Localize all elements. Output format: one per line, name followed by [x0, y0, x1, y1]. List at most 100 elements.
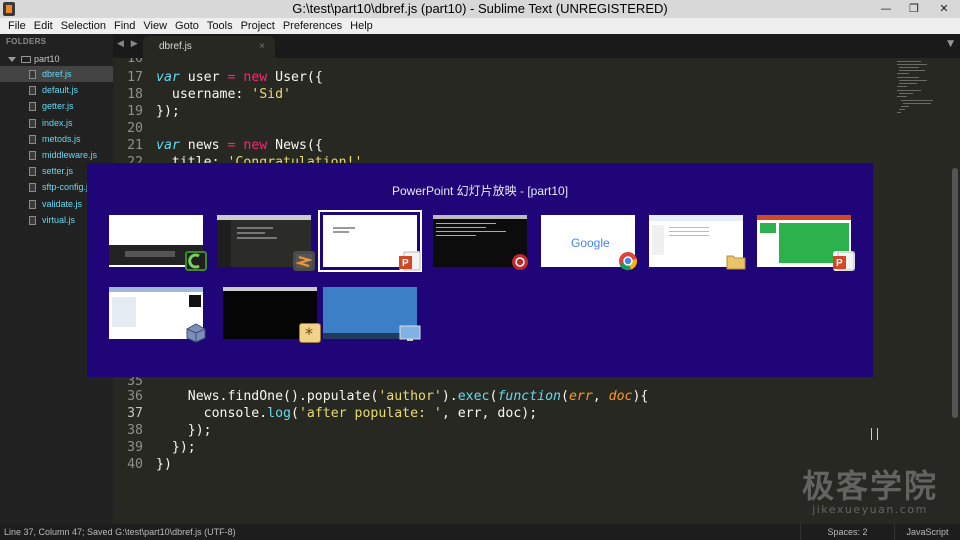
minimap-line	[901, 106, 909, 107]
file-label: validate.js	[42, 198, 83, 209]
menu-help[interactable]: Help	[346, 18, 377, 34]
camtasia-icon	[185, 251, 207, 271]
file-item-middleware[interactable]: middleware.js	[0, 147, 113, 163]
switcher-window-camtasia[interactable]	[109, 215, 207, 271]
thumbnail-slide	[760, 223, 776, 233]
thumbnail-sidebar	[112, 297, 136, 327]
file-item-getter[interactable]: getter.js	[0, 98, 113, 114]
line-number: 40	[127, 457, 143, 472]
token-operator: new	[243, 138, 268, 153]
folder-part10[interactable]: part10	[8, 52, 60, 66]
file-icon	[29, 215, 36, 225]
switcher-window-powerpoint-slideshow[interactable]: P	[318, 210, 422, 272]
thumbnail-content	[436, 227, 486, 228]
thumbnail-content	[436, 235, 476, 236]
thumbnail-titlebar	[433, 215, 527, 219]
minimap-line	[897, 64, 927, 65]
thumbnail-content	[125, 251, 175, 257]
menu-tools[interactable]: Tools	[203, 18, 237, 34]
tab-close-icon[interactable]: ×	[259, 36, 265, 58]
asterisk-glyph: *	[305, 324, 313, 343]
menu-file[interactable]: File	[4, 18, 30, 34]
powerpoint-icon: P	[833, 251, 855, 271]
menu-goto[interactable]: Goto	[171, 18, 203, 34]
token-argument: doc	[608, 389, 633, 404]
menu-selection[interactable]: Selection	[57, 18, 110, 34]
desktop-icon	[399, 323, 421, 343]
file-label: sftp-config.js	[42, 182, 93, 193]
chrome-glyph	[619, 252, 638, 271]
file-item-default[interactable]: default.js	[0, 82, 113, 98]
menu-find[interactable]: Find	[110, 18, 139, 34]
token-ident: News.findOne().populate(	[156, 389, 379, 404]
minimap-line	[903, 103, 931, 104]
indentation-selector[interactable]: Spaces: 2	[800, 524, 894, 540]
file-icon	[29, 86, 36, 96]
thumbnail-titlebar	[217, 215, 311, 220]
restore-button[interactable]: ❐	[900, 0, 928, 18]
tab-nav-arrows-icon[interactable]: ◀ ▶	[117, 39, 140, 49]
menu-preferences[interactable]: Preferences	[279, 18, 346, 34]
code-line: 21 var news = new News({	[113, 137, 893, 154]
file-icon	[29, 102, 36, 112]
line-number: 38	[127, 423, 143, 438]
chevron-down-icon[interactable]	[8, 56, 16, 62]
scrollbar-thumb[interactable]	[952, 168, 958, 418]
line-number: 17	[127, 70, 143, 85]
code-text: })	[156, 457, 172, 472]
switcher-window-terminal[interactable]	[433, 215, 528, 270]
menu-view[interactable]: View	[139, 18, 171, 34]
close-button[interactable]: ✕	[928, 0, 960, 18]
folder-icon	[21, 55, 31, 63]
watermark: 极客学院 jikexueyuan.com	[800, 468, 940, 516]
token-ident: console.	[156, 406, 268, 421]
token-string: 'author'	[378, 389, 442, 404]
switcher-window-chrome[interactable]: Google	[541, 215, 638, 271]
switcher-window-explorer[interactable]	[649, 215, 746, 270]
file-item-dbref[interactable]: dbref.js	[0, 66, 113, 83]
code-line: 16	[113, 58, 893, 67]
file-icon	[29, 150, 36, 160]
sublime-glyph	[295, 254, 313, 268]
menu-project[interactable]: Project	[237, 18, 279, 34]
minimize-button[interactable]: —	[872, 0, 900, 18]
code-line: 18 username: 'Sid'	[113, 86, 893, 103]
google-logo: Google	[571, 236, 610, 250]
minimap-line	[897, 77, 919, 78]
task-switcher: PowerPoint 幻灯片放映 - [part10] P Google P *	[87, 163, 873, 377]
syntax-selector[interactable]: JavaScript	[894, 524, 960, 540]
file-icon	[29, 199, 36, 209]
code-text: });	[156, 423, 212, 438]
code-line: 17 var user = new User({	[113, 69, 893, 86]
switcher-window-sublime[interactable]	[217, 215, 315, 271]
desktop-glyph	[399, 325, 421, 341]
switcher-window-powerpoint-editor[interactable]: P	[757, 215, 855, 271]
menu-bar: File Edit Selection Find View Goto Tools…	[0, 18, 960, 34]
file-icon	[29, 183, 36, 193]
tab-dbref[interactable]: dbref.js ×	[143, 36, 275, 58]
thumbnail-sidebar	[217, 220, 231, 267]
token-keyword: var	[156, 70, 180, 85]
thumbnail-titlebar	[223, 287, 317, 291]
token-string: 'Sid'	[251, 87, 291, 102]
thumbnail-sidebar	[652, 225, 664, 255]
title-bar: G:\test\part10\dbref.js (part10) - Subli…	[0, 0, 960, 18]
switcher-window-desktop[interactable]	[323, 287, 421, 341]
thumbnail-content	[669, 235, 709, 236]
line-number: 36	[127, 389, 143, 404]
window-title: G:\test\part10\dbref.js (part10) - Subli…	[292, 1, 668, 16]
thumbnail-content	[669, 231, 709, 232]
tab-dropdown-icon[interactable]: ▼	[947, 39, 954, 49]
minimap-line	[897, 61, 921, 62]
file-icon	[29, 134, 36, 144]
minimap[interactable]	[893, 58, 949, 524]
file-item-index[interactable]: index.js	[0, 115, 113, 131]
menu-edit[interactable]: Edit	[30, 18, 57, 34]
token-punct: ).	[441, 389, 458, 404]
folders-header: FOLDERS	[6, 37, 47, 46]
file-item-metods[interactable]: metods.js	[0, 131, 113, 147]
switcher-window-virtualbox[interactable]	[109, 287, 206, 343]
vertical-scrollbar[interactable]	[949, 58, 960, 524]
minimap-line	[899, 93, 913, 94]
switcher-window-console[interactable]: *	[223, 287, 321, 343]
